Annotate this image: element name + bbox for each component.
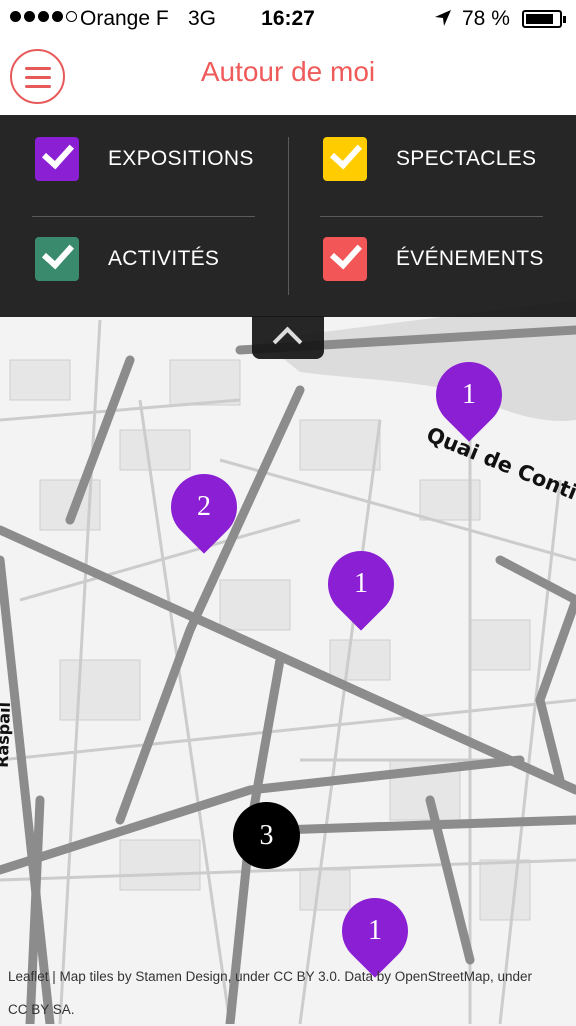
app-header: Autour de moi	[0, 38, 576, 115]
map-marker[interactable]: 1	[328, 884, 422, 978]
spectacles-checkbox[interactable]	[323, 137, 367, 181]
activites-checkbox[interactable]	[35, 237, 79, 281]
battery-icon	[522, 10, 566, 28]
filter-divider-left	[32, 216, 255, 217]
battery-percentage: 78 %	[462, 7, 510, 30]
filter-divider-right	[320, 216, 543, 217]
map-marker[interactable]: 1	[422, 348, 516, 442]
collapse-filters-button[interactable]	[252, 316, 324, 359]
expositions-checkbox[interactable]	[35, 137, 79, 181]
category-filter-panel: EXPOSITIONS SPECTACLES ACTIVITÉS ÉVÉNEME…	[0, 115, 576, 317]
page-title: Autour de moi	[200, 56, 376, 87]
evenements-checkbox[interactable]	[323, 237, 367, 281]
filter-spectacles[interactable]: SPECTACLES	[323, 136, 536, 182]
filter-label-spectacles: SPECTACLES	[396, 147, 537, 170]
status-bar: Orange F 3G 16:27 78 %	[0, 0, 576, 38]
street-label-raspail: Raspail	[0, 702, 14, 768]
map-marker[interactable]: 1	[314, 537, 408, 631]
filter-label-evenements: ÉVÉNEMENTS	[396, 247, 544, 270]
filter-label-expositions: EXPOSITIONS	[108, 147, 254, 170]
map-attribution[interactable]: Leaflet | Map tiles by Stamen Design, un…	[8, 960, 538, 1026]
filter-activites[interactable]: ACTIVITÉS	[35, 236, 219, 282]
filter-expositions[interactable]: EXPOSITIONS	[35, 136, 254, 182]
filter-divider-vertical	[288, 137, 289, 295]
location-arrow-icon	[435, 10, 451, 26]
map-marker[interactable]: 2	[157, 460, 251, 554]
filter-evenements[interactable]: ÉVÉNEMENTS	[323, 236, 544, 282]
filter-label-activites: ACTIVITÉS	[108, 247, 220, 270]
map-cluster-marker[interactable]: 3	[233, 802, 300, 869]
